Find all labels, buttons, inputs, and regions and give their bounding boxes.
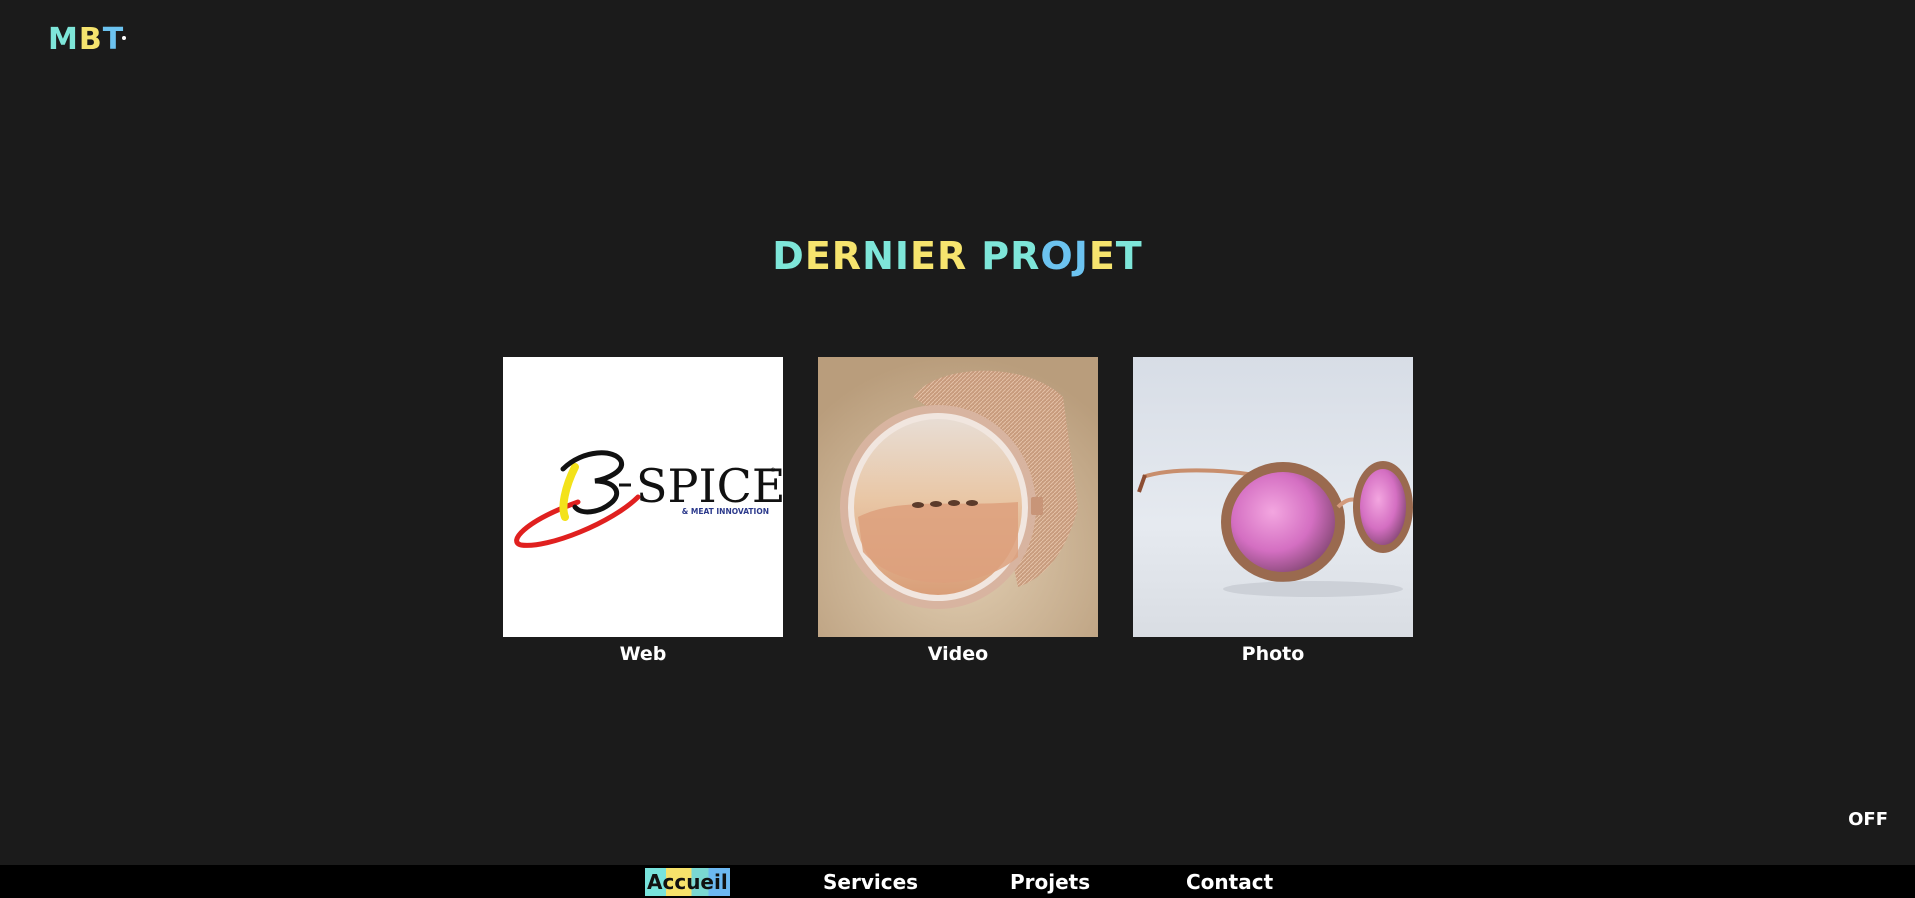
title-letter: O (1040, 234, 1074, 278)
section-title: DERNIER PROJET (0, 230, 1915, 282)
nav-item-services[interactable]: Services (823, 868, 918, 896)
bspice-logo-image[interactable]: SPICE ® & MEAT INNOVATION (503, 357, 783, 637)
title-letter: J (1073, 234, 1089, 278)
bspice-brand-text: SPICE (636, 459, 783, 513)
title-letter: P (981, 234, 1011, 278)
project-card-photo[interactable]: Photo (1133, 357, 1413, 667)
card-label-video[interactable]: Video (818, 641, 1098, 667)
logo-dot (122, 36, 127, 40)
project-card-web[interactable]: SPICE ® & MEAT INNOVATION Web (503, 357, 783, 667)
logo-letter-b: B (78, 22, 103, 57)
nav-item-accueil[interactable]: Accueil (645, 868, 730, 896)
sunglasses-graphic (1137, 461, 1413, 597)
logo-letter-t: T (102, 22, 125, 57)
page: MBT DERNIER PROJET SPICE ® & MEAT INNOVA… (0, 0, 1915, 898)
title-letter: D (772, 234, 805, 278)
title-letter: T (1115, 234, 1143, 278)
theme-toggle-off[interactable]: OFF (1848, 808, 1888, 832)
title-letter: R (936, 234, 968, 278)
title-letter: I (894, 234, 911, 278)
site-logo[interactable]: MBT (48, 22, 127, 58)
watch-graphic (818, 357, 1098, 637)
watch-image[interactable] (818, 357, 1098, 637)
title-letter: E (910, 234, 937, 278)
project-cards: SPICE ® & MEAT INNOVATION Web Video Phot… (503, 357, 1413, 677)
title-letter: E (804, 234, 832, 278)
registered-mark-icon: ® (770, 467, 776, 474)
title-letter: R (1010, 234, 1041, 278)
project-card-video[interactable]: Video (818, 357, 1098, 667)
bottom-nav: Accueil Services Projets Contact (0, 865, 1915, 898)
title-letter: E (1088, 234, 1116, 278)
sunglasses-image[interactable] (1133, 357, 1413, 637)
logo-letter-m: M (48, 22, 79, 57)
title-letter: N (862, 234, 895, 278)
card-label-web[interactable]: Web (503, 641, 783, 667)
bspice-tagline-text: & MEAT INNOVATION (682, 507, 769, 516)
title-letter: R (831, 234, 863, 278)
nav-item-projets[interactable]: Projets (1010, 868, 1090, 896)
bspice-logo-graphic: SPICE ® & MEAT INNOVATION (514, 450, 783, 548)
nav-item-contact[interactable]: Contact (1186, 868, 1273, 896)
card-label-photo[interactable]: Photo (1133, 641, 1413, 667)
